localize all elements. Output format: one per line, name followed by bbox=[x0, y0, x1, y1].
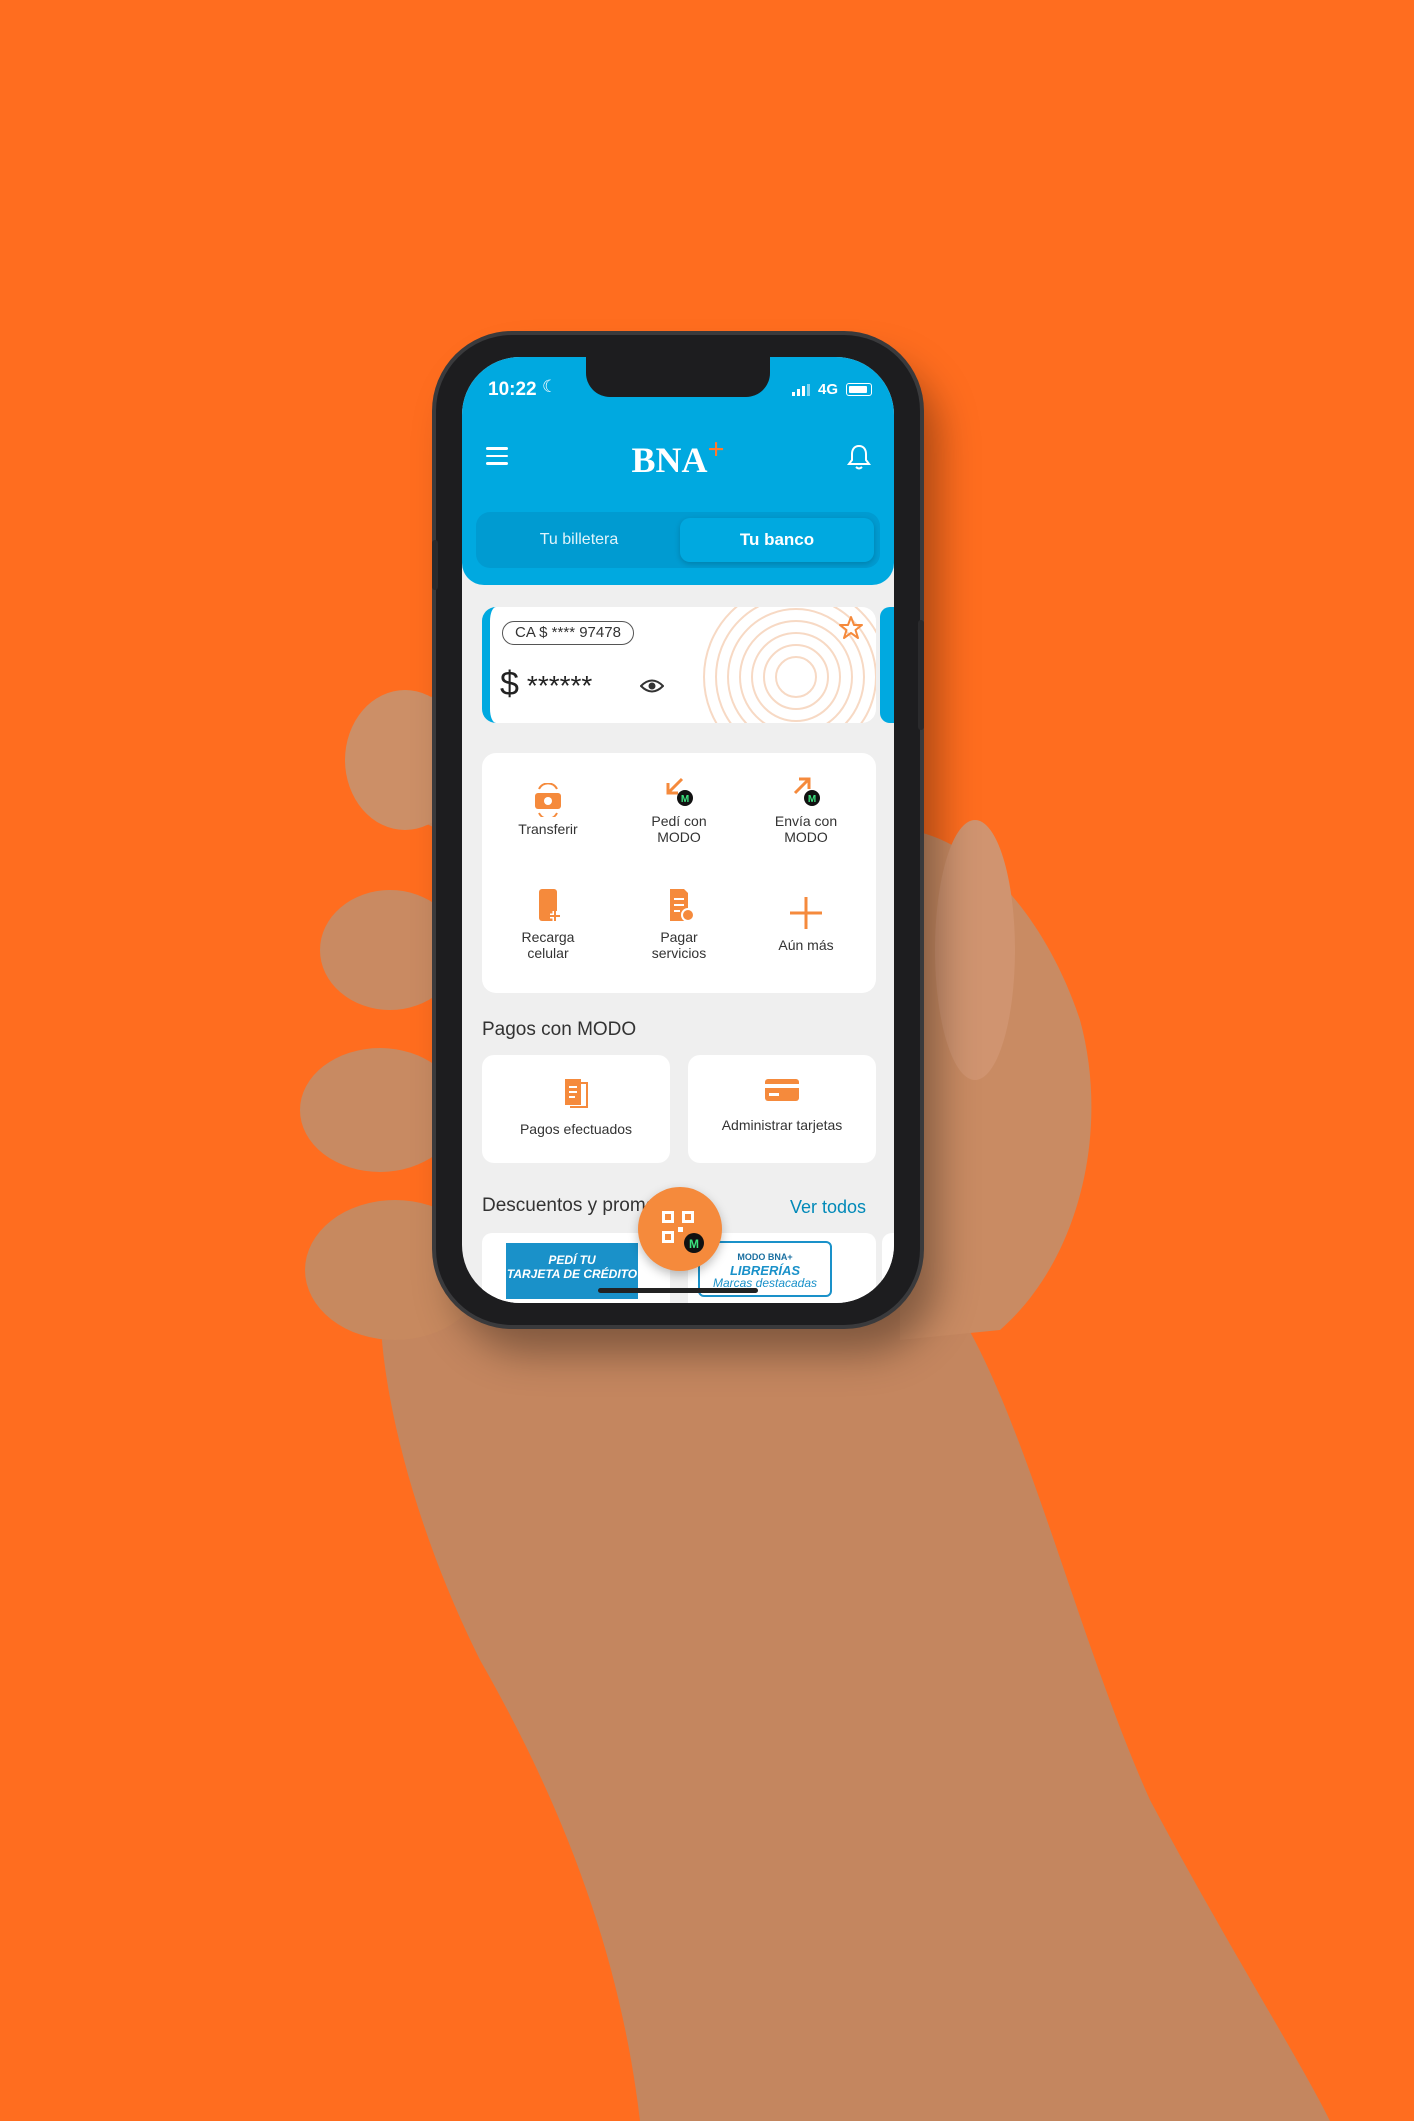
account-card[interactable]: CA $ **** 97478 $ ****** bbox=[482, 607, 876, 723]
action-label-2: MODO bbox=[784, 829, 828, 845]
eye-icon[interactable] bbox=[640, 677, 664, 695]
status-time: 10:22 bbox=[488, 379, 537, 400]
tab-tu-billetera[interactable]: Tu billetera bbox=[482, 518, 676, 562]
card-label: Administrar tarjetas bbox=[721, 1117, 843, 1133]
battery-icon bbox=[846, 383, 872, 396]
action-recarga-celular[interactable]: Recarga celular bbox=[488, 887, 608, 961]
action-label: Transferir bbox=[518, 821, 578, 837]
svg-text:M: M bbox=[689, 1237, 699, 1251]
home-indicator bbox=[598, 1288, 758, 1293]
logo-text: BNA bbox=[631, 440, 708, 480]
see-all-link[interactable]: Ver todos bbox=[790, 1197, 866, 1218]
currency-symbol: $ bbox=[500, 665, 519, 703]
tab-tu-banco[interactable]: Tu banco bbox=[680, 518, 874, 562]
action-aun-mas[interactable]: Aún más bbox=[746, 893, 866, 953]
svg-text:M: M bbox=[681, 794, 689, 805]
signal-icon bbox=[791, 383, 810, 396]
balance-masked: ****** bbox=[526, 670, 593, 701]
bell-icon[interactable] bbox=[846, 443, 872, 471]
app-screen: 10:22 ☾ 4G BNA+ Tu billetera Tu banco CA… bbox=[462, 357, 894, 1303]
action-label-2: MODO bbox=[657, 829, 701, 845]
moon-icon: ☾ bbox=[542, 377, 558, 396]
logo-plus-mark: + bbox=[707, 433, 725, 466]
pay-services-icon bbox=[670, 889, 695, 922]
svg-text:M: M bbox=[808, 794, 816, 805]
action-transferir[interactable]: Transferir bbox=[488, 783, 608, 837]
card-label: Pagos efectuados bbox=[519, 1121, 633, 1137]
action-label: Pedí con bbox=[651, 813, 707, 829]
account-number-badge: CA $ **** 97478 bbox=[502, 621, 634, 645]
network-label: 4G bbox=[817, 381, 838, 398]
star-icon[interactable] bbox=[838, 615, 864, 641]
card-administrar-tarjetas[interactable]: Administrar tarjetas bbox=[688, 1055, 876, 1163]
app-header: BNA+ bbox=[462, 433, 894, 483]
action-label: Aún más bbox=[778, 937, 834, 953]
card-pagos-efectuados[interactable]: Pagos efectuados bbox=[482, 1055, 670, 1163]
quick-actions-panel: Transferir M Pedí con MODO M Envía con M… bbox=[482, 753, 876, 993]
view-tabs: Tu billetera Tu banco bbox=[476, 512, 880, 568]
action-pedi-con-modo[interactable]: M Pedí con MODO bbox=[619, 775, 739, 845]
action-label-2: servicios bbox=[651, 945, 707, 961]
promo-line-2: TARJETA DE CRÉDITO bbox=[506, 1267, 638, 1281]
card-icon bbox=[765, 1079, 799, 1101]
qr-modo-button[interactable]: M bbox=[638, 1187, 722, 1271]
action-envia-con-modo[interactable]: M Envía con MODO bbox=[746, 775, 866, 845]
request-modo-icon: M bbox=[666, 777, 693, 806]
bna-logo: BNA+ bbox=[462, 433, 894, 481]
next-account-card[interactable] bbox=[880, 607, 894, 723]
action-label-2: celular bbox=[527, 945, 569, 961]
action-label: Pagar bbox=[660, 929, 698, 945]
power-button bbox=[918, 620, 924, 730]
volume-button bbox=[432, 540, 438, 590]
section-title-pagos-modo: Pagos con MODO bbox=[482, 1019, 637, 1040]
action-label: Envía con bbox=[774, 813, 838, 829]
promo-line-1: PEDÍ TU bbox=[548, 1253, 596, 1267]
phone-recharge-icon bbox=[539, 889, 560, 921]
qr-code-icon: M bbox=[662, 1211, 704, 1253]
action-label: Recarga bbox=[521, 929, 575, 945]
action-pagar-servicios[interactable]: Pagar servicios bbox=[619, 887, 739, 961]
phone-notch bbox=[586, 357, 770, 397]
promo-card-next[interactable] bbox=[882, 1233, 894, 1303]
account-balance: $ ****** bbox=[500, 665, 592, 704]
transfer-icon bbox=[535, 783, 561, 817]
plus-icon bbox=[790, 897, 822, 929]
receipts-icon bbox=[565, 1079, 588, 1108]
send-modo-icon: M bbox=[793, 777, 820, 806]
